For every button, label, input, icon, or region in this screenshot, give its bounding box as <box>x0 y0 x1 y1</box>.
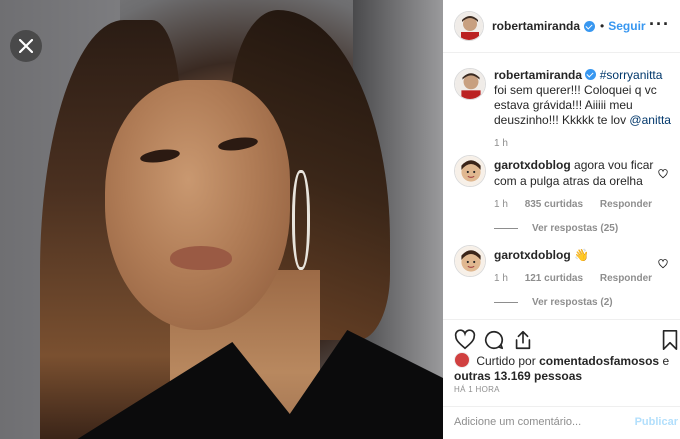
avatar-image-icon <box>455 69 485 99</box>
bookmark-icon[interactable] <box>661 329 679 351</box>
view-replies-button[interactable]: Ver respostas (2) <box>494 297 674 308</box>
caption-mention[interactable]: @anitta <box>629 113 671 127</box>
liked-by-summary: Curtido por comentadosfamosos e outras 1… <box>454 352 670 383</box>
post-photo <box>0 0 443 439</box>
heart-icon[interactable] <box>658 259 668 269</box>
heart-icon[interactable] <box>658 169 668 179</box>
publish-button[interactable]: Publicar <box>635 416 678 428</box>
avatar-image-icon <box>455 246 485 276</box>
avatar[interactable] <box>454 11 484 41</box>
liker-username[interactable]: comentadosfamosos <box>539 354 659 368</box>
comment-timestamp: 1 h <box>494 199 508 210</box>
view-replies-button[interactable]: Ver respostas (25) <box>494 223 674 234</box>
reply-button[interactable]: Responder <box>600 199 652 210</box>
avatar[interactable] <box>454 68 486 100</box>
reply-button[interactable]: Responder <box>600 273 652 284</box>
comment-timestamp: 1 h <box>494 273 508 284</box>
author-username[interactable]: robertamiranda <box>492 19 580 33</box>
comment-form: Publicar <box>443 406 680 439</box>
post-time: HÁ 1 HORA <box>454 385 500 394</box>
comment-input[interactable] <box>454 416 614 428</box>
post-actions: Curtido por comentadosfamosos e outras 1… <box>443 319 680 439</box>
comment-username[interactable]: garotxdoblog <box>494 158 571 172</box>
comment-item: garotxdoblog agora vou ficar com a pulga… <box>454 155 674 234</box>
separator-dot: • <box>600 19 605 33</box>
comment-item: garotxdoblog 👋 1 h 121 curtidas Responde… <box>454 245 674 308</box>
caption-timestamp: 1 h <box>494 138 508 149</box>
comment-likes[interactable]: 835 curtidas <box>525 199 583 210</box>
follow-button[interactable]: Seguir <box>608 19 645 33</box>
more-options-icon[interactable]: ··· <box>649 14 670 35</box>
comment-likes[interactable]: 121 curtidas <box>525 273 583 284</box>
post-side-panel: robertamiranda • Seguir ··· robertamiran… <box>443 0 680 439</box>
share-icon[interactable] <box>512 329 534 351</box>
avatar-image-icon <box>455 12 483 40</box>
post-caption: robertamiranda #sorryanitta foi sem quer… <box>454 68 674 151</box>
caption-username[interactable]: robertamiranda <box>494 68 582 82</box>
comment-username[interactable]: garotxdoblog <box>494 248 571 262</box>
avatar-image-icon <box>455 156 485 186</box>
liker-avatar[interactable] <box>454 352 470 368</box>
heart-icon[interactable] <box>454 329 476 351</box>
verified-icon <box>585 69 597 80</box>
avatar[interactable] <box>454 245 486 277</box>
close-icon <box>19 39 33 53</box>
other-likers[interactable]: outras 13.169 pessoas <box>454 369 582 383</box>
close-button[interactable] <box>10 30 42 62</box>
comment-text: 👋 <box>574 248 589 262</box>
post-header: robertamiranda • Seguir ··· <box>443 0 680 53</box>
verified-icon <box>584 20 596 32</box>
avatar[interactable] <box>454 155 486 187</box>
caption-hashtag[interactable]: #sorryanitta <box>600 68 663 82</box>
comment-icon[interactable] <box>483 329 505 351</box>
